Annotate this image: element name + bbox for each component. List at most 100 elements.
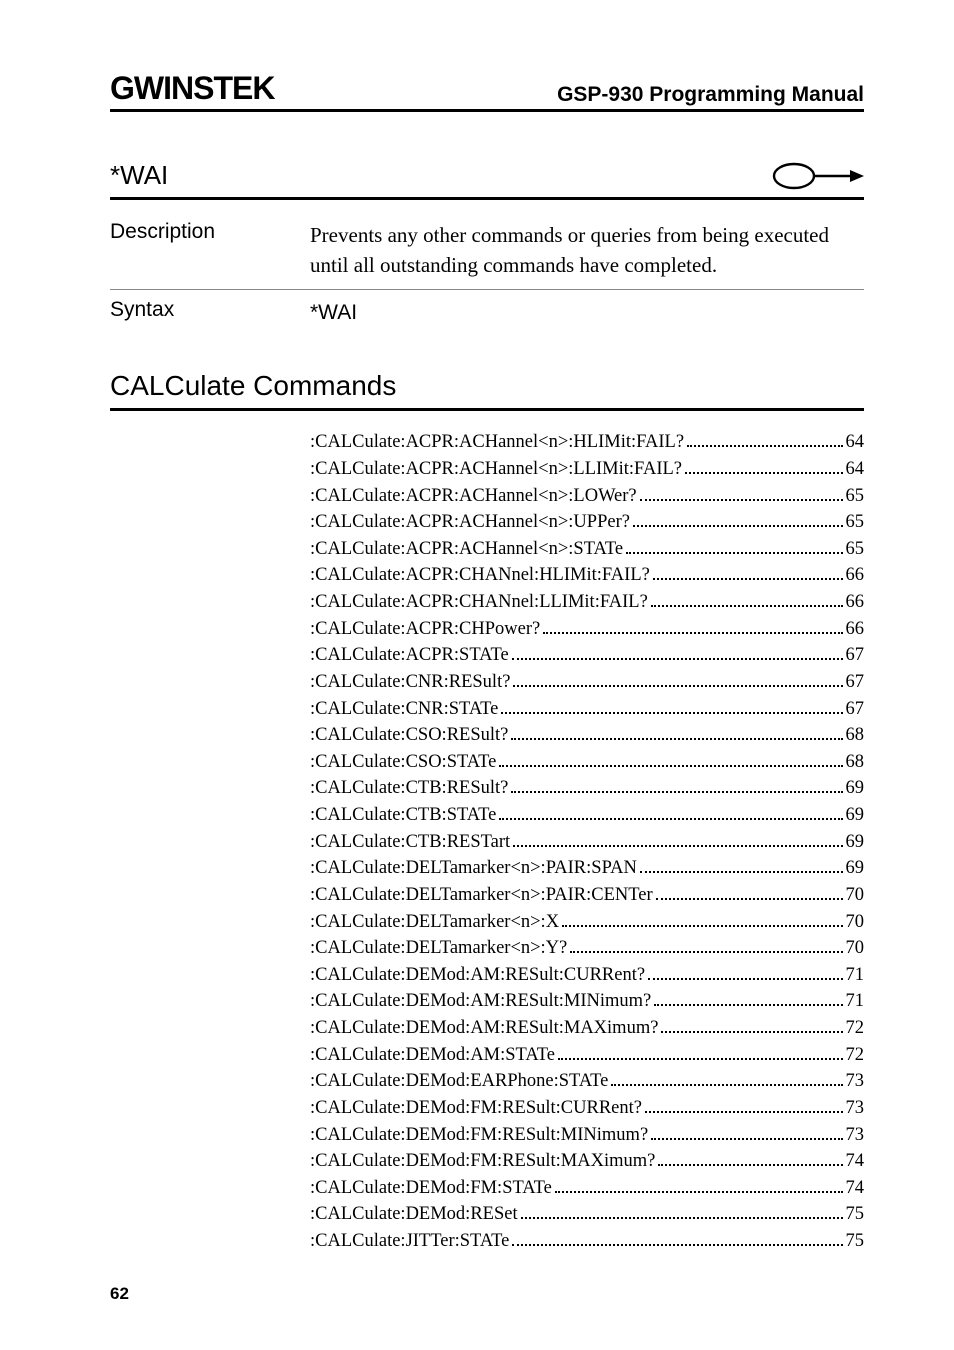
toc-dots	[653, 578, 843, 580]
toc-line[interactable]: :CALCulate:DEMod:RESet 75	[310, 1201, 864, 1228]
toc-dots	[555, 1191, 843, 1193]
toc-dots	[512, 658, 843, 660]
toc-line[interactable]: :CALCulate:ACPR:CHANnel:LLIMit:FAIL?66	[310, 589, 864, 616]
toc-label: :CALCulate:DELTamarker<n>:X	[310, 909, 559, 936]
toc-dots	[661, 1031, 842, 1033]
toc-line[interactable]: :CALCulate:DEMod:FM:RESult:MAXimum? 74	[310, 1148, 864, 1175]
toc-line[interactable]: :CALCulate:ACPR:STATe67	[310, 642, 864, 669]
toc-page: 71	[846, 988, 865, 1015]
toc-line[interactable]: :CALCulate:DEMod:FM:RESult:CURRent?73	[310, 1095, 864, 1122]
toc-label: :CALCulate:ACPR:CHANnel:LLIMit:FAIL?	[310, 589, 648, 616]
toc-line[interactable]: :CALCulate:CTB:RESult? 69	[310, 775, 864, 802]
toc-line[interactable]: :CALCulate:DEMod:AM:RESult:MINimum?71	[310, 988, 864, 1015]
toc-dots	[513, 845, 842, 847]
page-number: 62	[110, 1284, 129, 1304]
toc-line[interactable]: :CALCulate:DEMod:FM:RESult:MINimum? 73	[310, 1122, 864, 1149]
toc-line[interactable]: :CALCulate:ACPR:ACHannel<n>:LOWer?65	[310, 483, 864, 510]
toc-dots	[570, 951, 842, 953]
page-header: GWINSTEK GSP-930 Programming Manual	[110, 70, 864, 112]
toc-line[interactable]: :CALCulate:DEMod:EARPhone:STATe73	[310, 1068, 864, 1095]
toc-line[interactable]: :CALCulate:CSO:RESult?68	[310, 722, 864, 749]
toc-label: :CALCulate:DEMod:FM:STATe	[310, 1175, 552, 1202]
toc-dots	[626, 552, 842, 554]
toc-line[interactable]: :CALCulate:DEMod:FM:STATe 74	[310, 1175, 864, 1202]
toc-page: 69	[846, 855, 865, 882]
toc-label: :CALCulate:DELTamarker<n>:PAIR:SPAN	[310, 855, 637, 882]
toc-line[interactable]: :CALCulate:DEMod:AM:RESult:CURRent? 71	[310, 962, 864, 989]
toc-dots	[654, 1004, 842, 1006]
toc-label: :CALCulate:ACPR:ACHannel<n>:STATe	[310, 536, 623, 563]
toc-label: :CALCulate:DEMod:RESet	[310, 1201, 518, 1228]
toc-line[interactable]: :CALCulate:DEMod:AM:RESult:MAXimum?72	[310, 1015, 864, 1042]
toc-label: :CALCulate:DEMod:FM:RESult:MINimum?	[310, 1122, 648, 1149]
toc-dots	[685, 472, 843, 474]
toc-page: 74	[846, 1148, 865, 1175]
toc-line[interactable]: :CALCulate:CNR:RESult?67	[310, 669, 864, 696]
command-header: *WAI	[110, 160, 864, 200]
toc-label: :CALCulate:DELTamarker<n>:Y?	[310, 935, 567, 962]
toc-label: :CALCulate:ACPR:ACHannel<n>:HLIMit:FAIL?	[310, 429, 684, 456]
toc-label: :CALCulate:DEMod:AM:RESult:CURRent?	[310, 962, 645, 989]
toc-label: :CALCulate:DELTamarker<n>:PAIR:CENTer	[310, 882, 653, 909]
toc-line[interactable]: :CALCulate:ACPR:ACHannel<n>:STATe 65	[310, 536, 864, 563]
toc-dots	[640, 499, 843, 501]
toc-line[interactable]: :CALCulate:JITTer:STATe75	[310, 1228, 864, 1255]
toc-line[interactable]: :CALCulate:DEMod:AM:STATe 72	[310, 1042, 864, 1069]
toc-line[interactable]: :CALCulate:CTB:STATe69	[310, 802, 864, 829]
toc-dots	[521, 1217, 843, 1219]
toc-label: :CALCulate:DEMod:AM:RESult:MAXimum?	[310, 1015, 658, 1042]
toc-line[interactable]: :CALCulate:CTB:RESTart 69	[310, 829, 864, 856]
toc-dots	[501, 712, 842, 714]
toc-line[interactable]: :CALCulate:DELTamarker<n>:PAIR:SPAN 69	[310, 855, 864, 882]
toc-line[interactable]: :CALCulate:DELTamarker<n>:X70	[310, 909, 864, 936]
toc-label: :CALCulate:CTB:RESult?	[310, 775, 508, 802]
toc-label: :CALCulate:CTB:RESTart	[310, 829, 510, 856]
syntax-label: Syntax	[110, 298, 310, 322]
toc-page: 71	[846, 962, 865, 989]
toc-page: 64	[846, 429, 865, 456]
toc-page: 65	[846, 536, 865, 563]
toc-dots	[562, 925, 842, 927]
toc-dots	[658, 1164, 842, 1166]
toc-page: 73	[846, 1068, 865, 1095]
toc-label: :CALCulate:DEMod:FM:RESult:MAXimum?	[310, 1148, 655, 1175]
toc-dots	[511, 791, 842, 793]
toc-line[interactable]: :CALCulate:ACPR:CHPower? 66	[310, 616, 864, 643]
toc-page: 65	[846, 509, 865, 536]
brand-logo: GWINSTEK	[110, 70, 274, 107]
description-row: Description Prevents any other commands …	[110, 214, 864, 290]
toc-line[interactable]: :CALCulate:ACPR:CHANnel:HLIMit:FAIL?66	[310, 562, 864, 589]
toc-page: 69	[846, 775, 865, 802]
toc-label: :CALCulate:DEMod:AM:STATe	[310, 1042, 555, 1069]
toc-line[interactable]: :CALCulate:CSO:STATe68	[310, 749, 864, 776]
toc-dots	[499, 818, 842, 820]
syntax-row: Syntax *WAI	[110, 290, 864, 334]
toc-dots	[543, 632, 842, 634]
toc-dots	[558, 1058, 843, 1060]
toc-dots	[645, 1111, 843, 1113]
toc-page: 69	[846, 829, 865, 856]
manual-title: GSP-930 Programming Manual	[557, 83, 864, 107]
toc-page: 67	[846, 642, 865, 669]
toc-page: 73	[846, 1122, 865, 1149]
toc-dots	[640, 871, 843, 873]
toc-label: :CALCulate:ACPR:ACHannel<n>:LOWer?	[310, 483, 637, 510]
toc-dots	[512, 1244, 842, 1246]
toc-line[interactable]: :CALCulate:DELTamarker<n>:PAIR:CENTer 70	[310, 882, 864, 909]
toc-page: 75	[846, 1201, 865, 1228]
toc-line[interactable]: :CALCulate:CNR:STATe67	[310, 696, 864, 723]
command-name: *WAI	[110, 160, 168, 191]
toc-page: 66	[846, 616, 865, 643]
toc-page: 70	[846, 882, 865, 909]
toc-page: 72	[846, 1042, 865, 1069]
toc-line[interactable]: :CALCulate:ACPR:ACHannel<n>:LLIMit:FAIL?…	[310, 456, 864, 483]
toc-dots	[611, 1084, 842, 1086]
toc-page: 64	[846, 456, 865, 483]
toc-label: :CALCulate:ACPR:CHPower?	[310, 616, 540, 643]
toc-line[interactable]: :CALCulate:ACPR:ACHannel<n>:UPPer?65	[310, 509, 864, 536]
set-command-icon	[772, 162, 864, 190]
section-title: CALCulate Commands	[110, 370, 864, 411]
toc-page: 74	[846, 1175, 865, 1202]
toc-line[interactable]: :CALCulate:DELTamarker<n>:Y?70	[310, 935, 864, 962]
toc-line[interactable]: :CALCulate:ACPR:ACHannel<n>:HLIMit:FAIL?…	[310, 429, 864, 456]
